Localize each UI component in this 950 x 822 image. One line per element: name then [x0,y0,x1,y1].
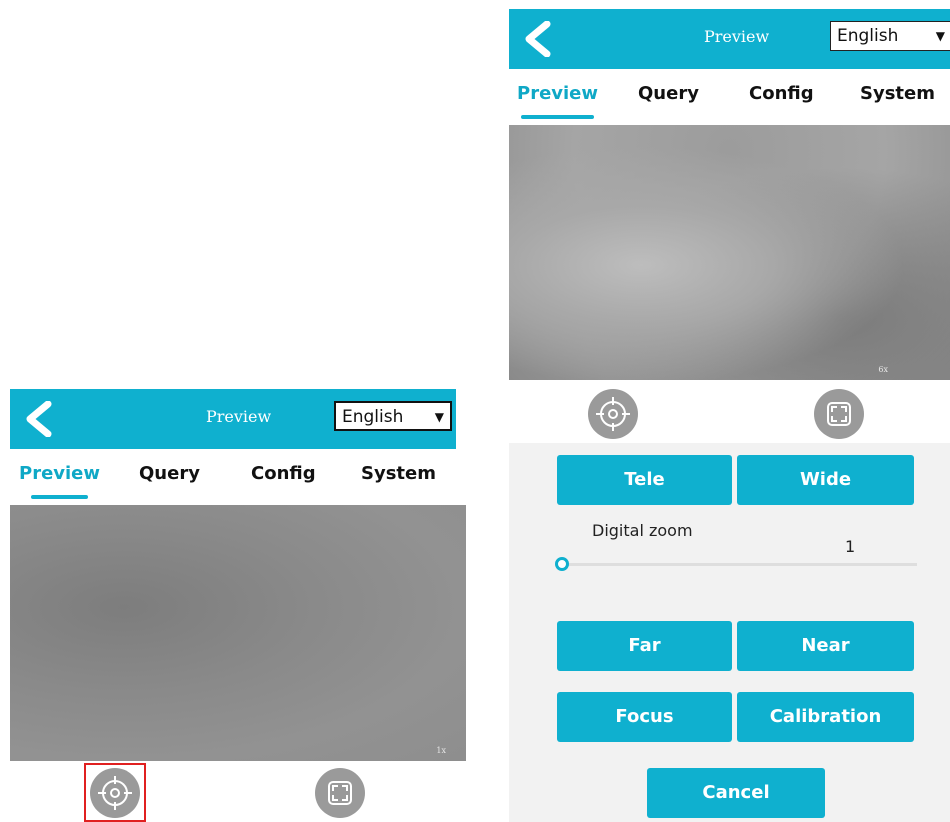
language-select-value: English [837,26,899,46]
fullscreen-icon [328,781,352,805]
calibration-button[interactable]: Calibration [737,692,914,742]
tab-label: Preview [19,463,101,484]
language-select[interactable]: English ▼ [830,21,950,51]
tab-config[interactable]: Config [251,453,316,505]
app-header: Preview English ▼ [509,9,950,69]
tab-system[interactable]: System [860,73,935,125]
fullscreen-icon [827,402,851,426]
fullscreen-button[interactable] [315,768,365,818]
left-phone-screen: Preview English ▼ Preview Query Config S… [10,389,466,822]
back-arrow-icon[interactable] [521,21,555,57]
far-button[interactable]: Far [557,621,732,671]
tab-query[interactable]: Query [638,73,699,125]
tab-label: System [361,463,436,484]
crosshair-icon [596,397,630,431]
tab-label: Config [251,463,316,484]
tab-preview[interactable]: Preview [19,453,100,505]
ptz-control-panel: Tele Wide Digital zoom 1 Far Near Focus … [509,443,950,822]
chevron-down-icon: ▼ [935,29,945,43]
tab-label: Query [638,83,699,104]
tab-label: Query [139,463,200,484]
digital-zoom-slider[interactable] [562,563,917,566]
right-phone-screen: Preview English ▼ Preview Query Config S… [509,9,950,822]
chevron-down-icon: ▼ [434,410,444,424]
wide-button[interactable]: Wide [737,455,914,505]
page-title: Preview [704,27,770,46]
fullscreen-button[interactable] [814,389,864,439]
digital-zoom-label: Digital zoom [592,521,693,540]
tab-system[interactable]: System [361,453,436,505]
crosshair-icon [98,776,132,810]
back-arrow-icon[interactable] [22,401,56,437]
tab-label: Config [749,83,814,104]
digital-zoom-value: 1 [845,537,856,556]
tele-button[interactable]: Tele [557,455,732,505]
zoom-indicator: 1x [436,746,446,755]
slider-thumb[interactable] [555,557,569,571]
tab-bar: Preview Query Config System [10,453,456,505]
language-select[interactable]: English ▼ [334,401,452,431]
tab-config[interactable]: Config [749,73,814,125]
tab-label: Preview [517,83,599,104]
language-select-value: English [342,407,404,427]
video-preview[interactable]: 6x [509,125,950,380]
video-preview[interactable]: 1x [10,505,466,761]
active-tab-indicator [31,495,89,499]
tab-bar: Preview Query Config System [509,73,950,125]
zoom-indicator: 6x [878,365,888,374]
ptz-button[interactable] [588,389,638,439]
page-title: Preview [206,407,272,426]
focus-button[interactable]: Focus [557,692,732,742]
cancel-button[interactable]: Cancel [647,768,825,818]
tab-label: System [860,83,935,104]
tab-preview[interactable]: Preview [517,73,598,125]
ptz-button[interactable] [90,768,140,818]
app-header: Preview English ▼ [10,389,456,449]
active-tab-indicator [521,115,595,119]
near-button[interactable]: Near [737,621,914,671]
tab-query[interactable]: Query [139,453,200,505]
